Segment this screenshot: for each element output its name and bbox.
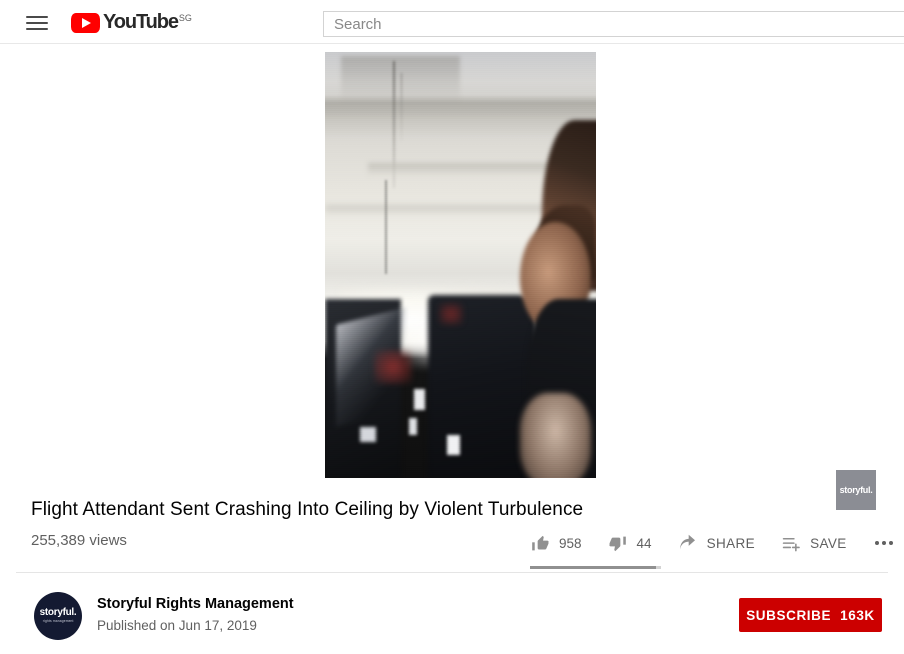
save-button[interactable]: SAVE <box>781 530 847 556</box>
publish-date: Published on Jun 17, 2019 <box>97 618 257 633</box>
hamburger-line <box>26 22 48 24</box>
channel-row: storyful. rights management Storyful Rig… <box>0 585 904 645</box>
video-player[interactable] <box>325 52 596 478</box>
thumbs-down-icon <box>608 533 628 553</box>
avatar[interactable]: storyful. rights management <box>34 592 82 640</box>
youtube-logo[interactable]: YouTube SG <box>71 12 192 34</box>
share-button[interactable]: SHARE <box>678 530 756 556</box>
like-button[interactable]: 958 <box>530 530 582 556</box>
section-divider <box>16 572 888 573</box>
channel-name[interactable]: Storyful Rights Management <box>97 596 294 612</box>
like-ratio-bar <box>530 566 661 569</box>
hamburger-line <box>26 28 48 30</box>
more-dot <box>874 541 879 545</box>
avatar-sublabel: rights management <box>42 619 74 623</box>
view-count: 255,389 views <box>31 532 127 549</box>
share-label: SHARE <box>706 535 756 551</box>
more-actions-icon[interactable] <box>873 530 893 556</box>
youtube-play-icon <box>71 13 100 33</box>
storyful-watermark-label: storyful. <box>839 485 873 495</box>
avatar-label: storyful. <box>39 607 77 618</box>
dislike-count: 44 <box>636 535 652 551</box>
subscribe-button[interactable]: SUBSCRIBE 163K <box>739 598 882 632</box>
dislike-button[interactable]: 44 <box>608 530 652 556</box>
save-label: SAVE <box>810 535 847 551</box>
more-dot <box>888 541 893 545</box>
more-dot <box>881 541 886 545</box>
share-arrow-icon <box>678 533 698 553</box>
search-box[interactable] <box>323 11 904 37</box>
like-count: 958 <box>559 535 582 551</box>
masthead: YouTube SG <box>0 0 904 44</box>
save-playlist-icon <box>781 533 801 553</box>
hamburger-menu-icon[interactable] <box>24 13 50 33</box>
hamburger-line <box>26 16 48 18</box>
storyful-watermark: storyful. <box>836 470 876 510</box>
video-actions-bar: 958 44 SHARE SAVE <box>530 530 893 556</box>
player-stage: storyful. <box>0 45 904 510</box>
subscribe-label: SUBSCRIBE <box>746 607 832 623</box>
youtube-country-code: SG <box>178 13 192 23</box>
video-grain-overlay <box>325 52 596 478</box>
like-ratio-fill <box>530 566 656 569</box>
search-input[interactable] <box>324 12 904 36</box>
page-title: Flight Attendant Sent Crashing Into Ceil… <box>31 499 584 520</box>
youtube-logo-text: YouTube <box>103 11 179 33</box>
subscriber-count: 163K <box>840 607 875 623</box>
thumbs-up-icon <box>530 533 550 553</box>
